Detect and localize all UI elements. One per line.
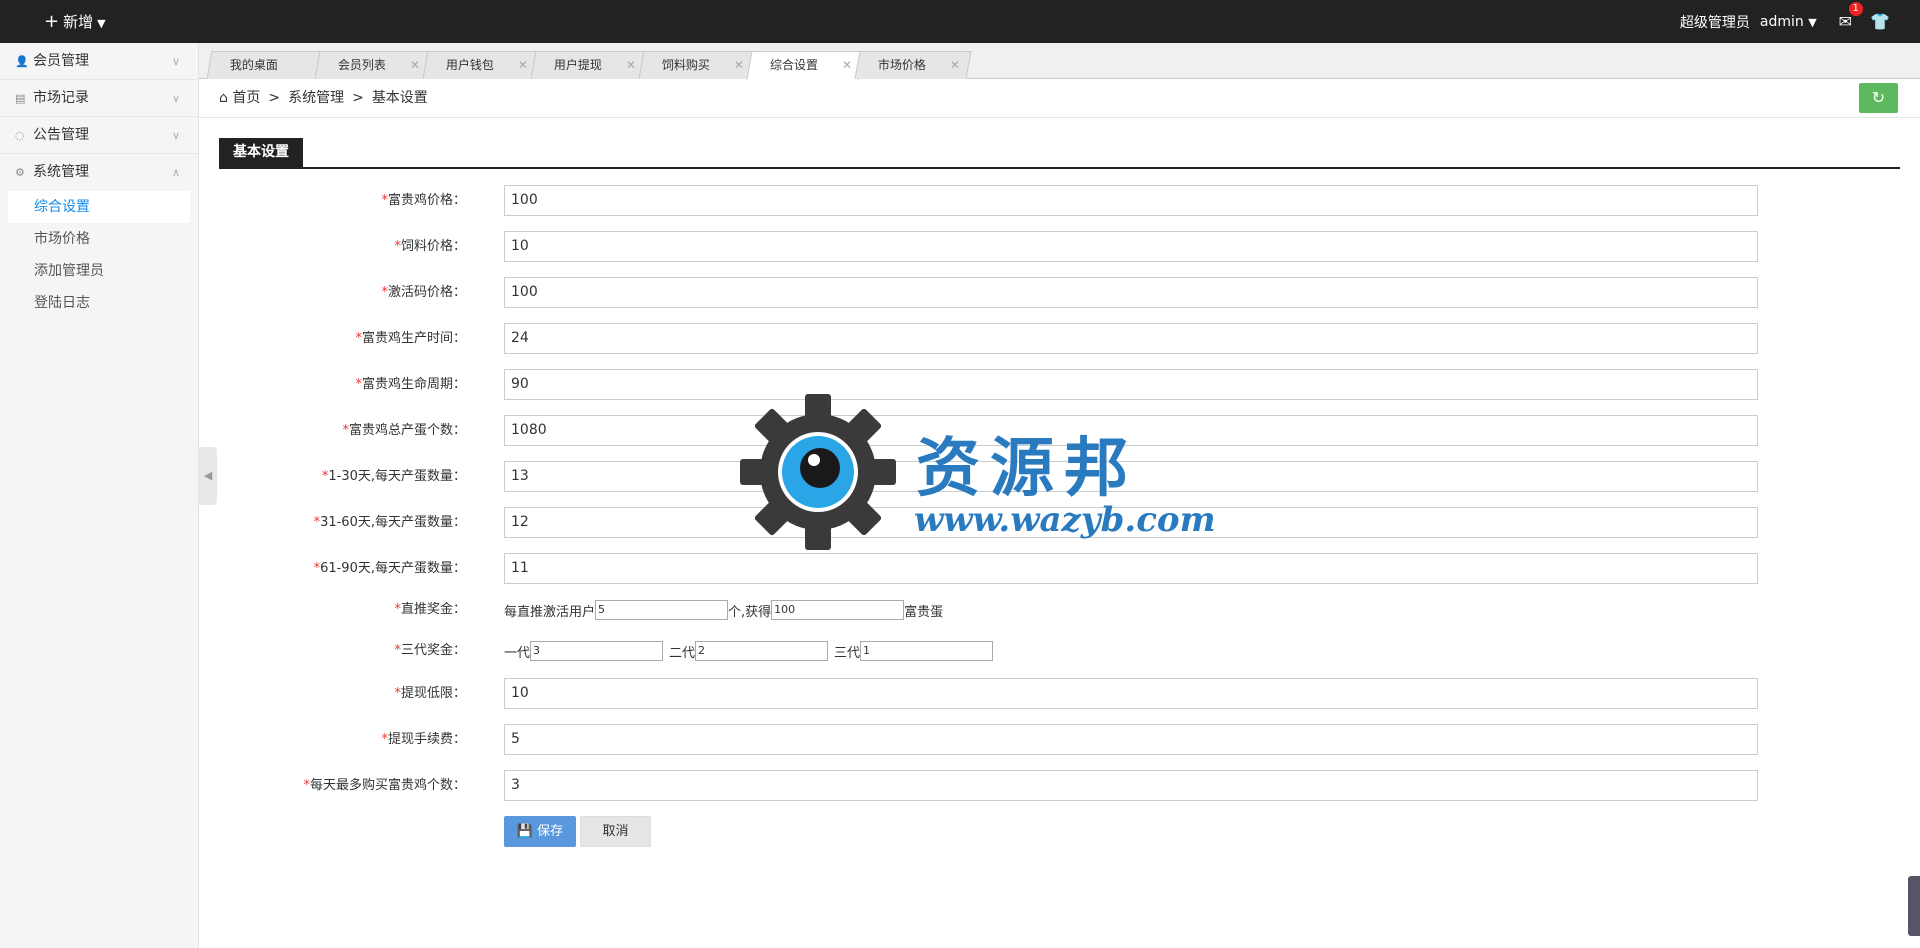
tab-my-desktop[interactable]: 我的桌面: [206, 51, 324, 79]
close-icon[interactable]: ✕: [950, 52, 960, 79]
close-icon[interactable]: ✕: [734, 52, 744, 79]
section-header: 基本设置: [219, 138, 1900, 169]
direct-eggs-input[interactable]: 100: [771, 600, 905, 620]
sidebar-item-login-log[interactable]: 登陆日志: [0, 287, 198, 319]
form-row: *提现手续费： 5: [219, 724, 1759, 756]
daily-max-purchase-input[interactable]: 3: [504, 770, 1758, 801]
gen3-input[interactable]: 1: [860, 641, 994, 661]
form-row: *1-30天,每天产蛋数量： 13: [219, 461, 1759, 493]
add-new-button[interactable]: + 新增 ▼: [44, 0, 106, 43]
close-icon[interactable]: ✕: [410, 52, 420, 79]
withdraw-fee-input[interactable]: 5: [504, 724, 1758, 755]
system-submenu: 综合设置 市场价格 添加管理员 登陆日志: [0, 191, 198, 319]
close-icon[interactable]: ✕: [626, 52, 636, 79]
user-menu[interactable]: admin ▼: [1760, 14, 1817, 30]
mail-icon[interactable]: ✉ 1: [1839, 2, 1863, 31]
gen2-input[interactable]: 2: [695, 641, 829, 661]
production-time-input[interactable]: 24: [504, 323, 1758, 354]
menu-member[interactable]: 👤 会员管理 ∨: [0, 43, 198, 80]
breadcrumb: ⌂ 首页 > 系统管理 > 基本设置: [219, 90, 428, 106]
eggs-day-61-90-input[interactable]: 11: [504, 553, 1758, 584]
home-icon: ⌂: [219, 90, 228, 106]
form-row: *富贵鸡生命周期： 90: [219, 369, 1759, 401]
chevron-down-icon: ▼: [97, 17, 106, 30]
withdraw-min-input[interactable]: 10: [504, 678, 1758, 709]
mail-badge: 1: [1848, 2, 1863, 16]
chevron-down-icon: ∨: [171, 92, 180, 105]
chicken-price-input[interactable]: 100: [504, 185, 1758, 216]
tab-market-price[interactable]: 市场价格 ✕: [854, 51, 972, 79]
cancel-button[interactable]: 取消: [580, 816, 651, 847]
form-row: *提现低限： 10: [219, 678, 1759, 710]
gen1-input[interactable]: 3: [530, 641, 664, 661]
sidebar-item-market-price[interactable]: 市场价格: [0, 223, 198, 255]
top-bar: + 新增 ▼ 超级管理员 admin ▼ ✉ 1 👕: [0, 0, 1920, 43]
save-icon: 💾: [516, 824, 534, 839]
chevron-down-icon: ∨: [171, 55, 180, 68]
breadcrumb-home[interactable]: 首页: [232, 90, 260, 106]
menu-announcement[interactable]: ◌ 公告管理 ∨: [0, 117, 198, 154]
chevron-down-icon: ∨: [171, 129, 180, 142]
form-row-direct-bonus: *直推奖金： 每直推激活用户 5 个,获得 100 富贵蛋: [394, 600, 944, 620]
breadcrumb-bar: ⌂ 首页 > 系统管理 > 基本设置 ↻: [199, 79, 1920, 118]
refresh-icon: ↻: [1871, 88, 1886, 107]
sidebar-collapse-handle[interactable]: ◀: [199, 447, 217, 505]
gear-icon: ⚙: [15, 166, 25, 179]
chevron-up-icon: ∧: [171, 166, 180, 179]
form-row: *31-60天,每天产蛋数量： 12: [219, 507, 1759, 539]
menu-market-record[interactable]: ▤ 市场记录 ∨: [0, 80, 198, 117]
eggs-day-1-30-input[interactable]: 13: [504, 461, 1758, 492]
save-button[interactable]: 💾 保存: [504, 816, 576, 847]
chat-icon: ◌: [15, 129, 25, 142]
sidebar: 👤 会员管理 ∨ ▤ 市场记录 ∨ ◌ 公告管理 ∨ ⚙ 系统管理 ∧ 综合设置 市场价格 添加…: [0, 43, 199, 948]
form-row: *饲料价格： 10: [219, 231, 1759, 263]
tab-general-settings[interactable]: 综合设置 ✕: [746, 51, 864, 80]
feed-price-input[interactable]: 10: [504, 231, 1758, 262]
form-row: *富贵鸡总产蛋个数： 1080: [219, 415, 1759, 447]
eggs-day-31-60-input[interactable]: 12: [504, 507, 1758, 538]
life-cycle-input[interactable]: 90: [504, 369, 1758, 400]
sidebar-item-general-settings[interactable]: 综合设置: [8, 191, 190, 223]
breadcrumb-system: 系统管理: [288, 90, 345, 106]
plus-icon: +: [44, 11, 60, 32]
form-row: *每天最多购买富贵鸡个数： 3: [219, 770, 1759, 802]
user-role: 超级管理员: [1679, 14, 1750, 31]
form-row: *富贵鸡生产时间： 24: [219, 323, 1759, 355]
theme-shirt-icon[interactable]: 👕: [1870, 12, 1890, 31]
close-icon[interactable]: ✕: [518, 52, 528, 79]
form-row: *61-90天,每天产蛋数量： 11: [219, 553, 1759, 585]
direct-users-input[interactable]: 5: [595, 600, 729, 620]
menu-system[interactable]: ⚙ 系统管理 ∧: [0, 154, 198, 191]
form-row-three-gen: *三代奖金： 一代 3 二代 2 三代 1: [219, 635, 1759, 667]
tab-user-wallet[interactable]: 用户钱包 ✕: [422, 51, 540, 79]
sidebar-item-add-admin[interactable]: 添加管理员: [0, 255, 198, 287]
section-title: 基本设置: [219, 138, 303, 167]
close-icon[interactable]: ✕: [842, 52, 852, 79]
chevron-down-icon: ▼: [1808, 15, 1817, 29]
tab-feed-purchase[interactable]: 饲料购买 ✕: [638, 51, 756, 79]
refresh-button[interactable]: ↻: [1859, 83, 1898, 113]
side-widget[interactable]: [1908, 876, 1920, 936]
form-row: *激活码价格： 100: [219, 277, 1759, 309]
tab-member-list[interactable]: 会员列表 ✕: [314, 51, 432, 79]
tab-user-withdraw[interactable]: 用户提现 ✕: [530, 51, 648, 79]
breadcrumb-current: 基本设置: [371, 90, 428, 106]
form-row: *富贵鸡价格： 100: [219, 185, 1759, 217]
user-icon: 👤: [15, 55, 29, 68]
activation-code-price-input[interactable]: 100: [504, 277, 1758, 308]
total-eggs-input[interactable]: 1080: [504, 415, 1758, 446]
record-icon: ▤: [15, 92, 26, 105]
tab-bar: 我的桌面 会员列表 ✕ 用户钱包 ✕ 用户提现 ✕ 饲料购买 ✕ 综合设置 ✕ 市场价格 ✕: [199, 43, 1920, 80]
